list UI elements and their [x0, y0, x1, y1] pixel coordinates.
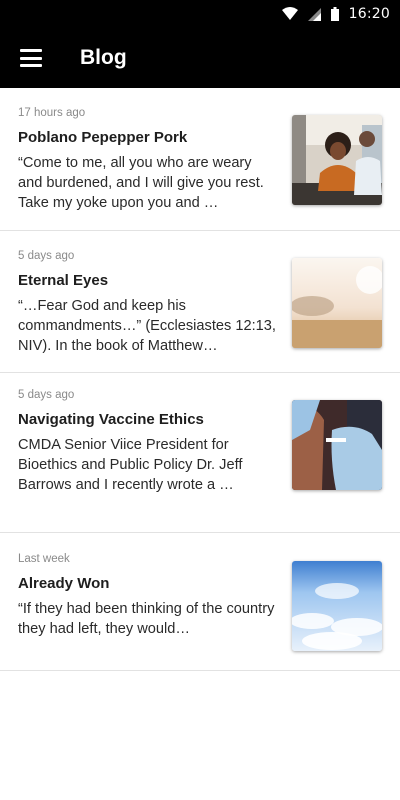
post-excerpt: “…Fear God and keep his commandments…” (… — [18, 298, 276, 354]
post-thumbnail — [292, 561, 382, 651]
wifi-icon — [281, 7, 298, 21]
app-bar: Blog — [0, 28, 400, 88]
signal-icon — [307, 7, 321, 21]
hamburger-menu-icon[interactable] — [20, 49, 42, 67]
blog-post-item[interactable]: 5 days ago Navigating Vaccine Ethics CMD… — [0, 373, 400, 533]
battery-icon — [330, 7, 339, 21]
blog-post-item[interactable]: 5 days ago Eternal Eyes “…Fear God and k… — [0, 231, 400, 373]
post-thumbnail — [292, 115, 382, 205]
post-excerpt: CMDA Senior Viice President for Bioethic… — [18, 437, 243, 493]
post-excerpt: “If they had been thinking of the countr… — [18, 601, 275, 637]
status-bar: 16:20 — [0, 0, 400, 28]
post-thumbnail — [292, 400, 382, 490]
page-title: Blog — [80, 46, 127, 69]
blog-post-item[interactable]: Last week Already Won “If they had been … — [0, 533, 400, 671]
post-excerpt: “Come to me, all you who are weary and b… — [18, 155, 264, 211]
blog-post-list: 17 hours ago Poblano Pepepper Pork “Come… — [0, 88, 400, 671]
clock: 16:20 — [348, 6, 390, 22]
post-thumbnail — [292, 258, 382, 348]
blog-post-item[interactable]: 17 hours ago Poblano Pepepper Pork “Come… — [0, 88, 400, 231]
